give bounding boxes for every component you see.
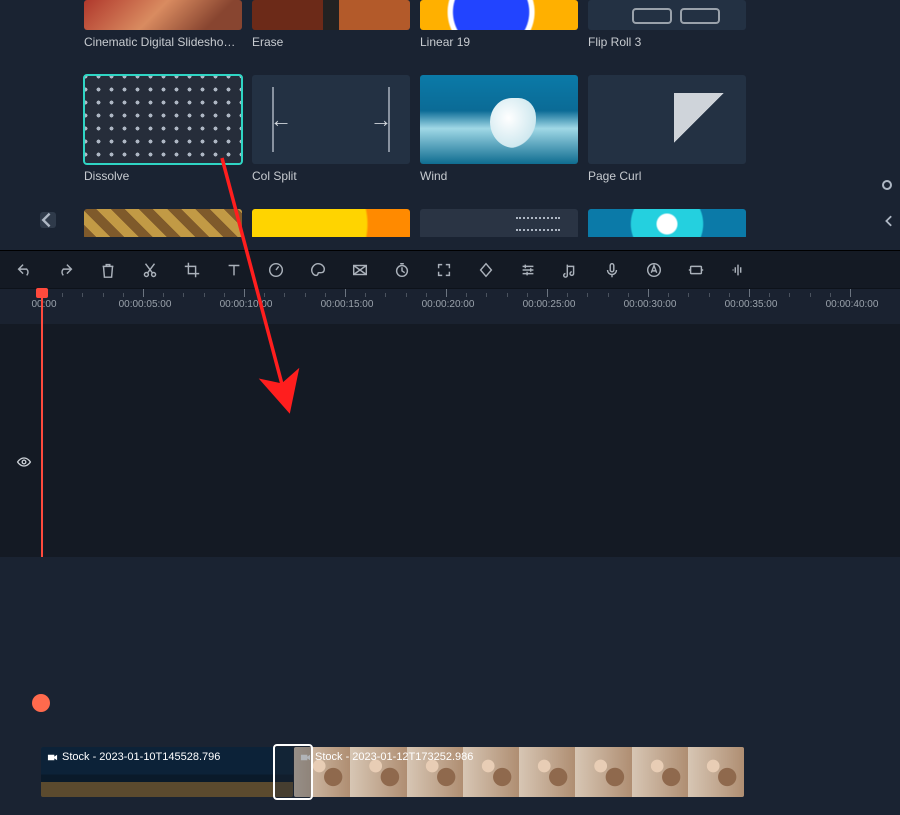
ruler-mark: 00:00:20:00 xyxy=(446,289,447,297)
ruler-mark: 00:00:35:00 xyxy=(749,289,750,297)
clip-title: Stock - 2023-01-12T173252.986 xyxy=(300,751,473,763)
video-icon xyxy=(47,752,58,763)
ruler-mark: 00:00:10:00 xyxy=(244,289,245,297)
clip-1[interactable]: Stock - 2023-01-10T145528.796 xyxy=(41,747,293,797)
audio-enhance-button[interactable] xyxy=(728,260,748,280)
transition-thumb xyxy=(588,75,746,164)
voice-button[interactable] xyxy=(602,260,622,280)
speed-button[interactable] xyxy=(266,260,286,280)
record-indicator-icon xyxy=(882,180,892,190)
ruler-mark: 00:00:05:00 xyxy=(143,289,144,297)
mask-button[interactable] xyxy=(350,260,370,280)
transition-thumb xyxy=(420,75,578,164)
transition-label: Erase xyxy=(252,35,410,49)
transition-on-cut[interactable] xyxy=(273,744,313,800)
transition-item-dissolve[interactable]: Dissolve xyxy=(84,75,242,183)
playhead[interactable] xyxy=(41,288,43,557)
transition-thumb xyxy=(420,209,578,237)
redo-button[interactable] xyxy=(56,260,76,280)
transition-label: Cinematic Digital Slideshow ... xyxy=(84,35,242,49)
video-track[interactable]: Stock - 2023-01-10T145528.796 Stock - 20… xyxy=(41,747,745,815)
stabilize-button[interactable] xyxy=(686,260,706,280)
timeline-ruler[interactable]: 00:0000:00:05:0000:00:10:0000:00:15:0000… xyxy=(0,288,900,324)
transition-label: Dissolve xyxy=(84,169,242,183)
transition-label: Flip Roll 3 xyxy=(588,35,746,49)
transition-item-wind[interactable]: Wind xyxy=(420,75,578,183)
transition-thumb: ←→ xyxy=(252,75,410,164)
transition-item-linear-19[interactable]: Linear 19 xyxy=(420,0,578,49)
track-visibility-toggle[interactable] xyxy=(16,454,32,475)
collapse-panel-button[interactable] xyxy=(40,212,56,228)
transition-thumb xyxy=(84,0,242,30)
crop-button[interactable] xyxy=(182,260,202,280)
ruler-mark: 00:00:25:00 xyxy=(547,289,548,297)
transition-thumb xyxy=(420,0,578,30)
cut-button[interactable] xyxy=(140,260,160,280)
audio-detach-button[interactable] xyxy=(560,260,580,280)
transition-thumb xyxy=(252,209,410,237)
marker[interactable] xyxy=(32,694,50,712)
transition-item-flip-roll-3[interactable]: Flip Roll 3 xyxy=(588,0,746,49)
transition-item-row3-c[interactable] xyxy=(420,209,578,237)
transition-item-row3-d[interactable] xyxy=(588,209,746,237)
expand-preview-button[interactable] xyxy=(884,214,896,230)
clip-2[interactable]: Stock - 2023-01-12T173252.986 xyxy=(294,747,744,797)
transition-label: Page Curl xyxy=(588,169,746,183)
text-button[interactable] xyxy=(224,260,244,280)
transition-item-row3-a[interactable] xyxy=(84,209,242,237)
transition-thumb xyxy=(84,209,242,237)
transition-thumb xyxy=(588,209,746,237)
transition-item-page-curl[interactable]: Page Curl xyxy=(588,75,746,183)
fit-button[interactable] xyxy=(434,260,454,280)
transition-thumb xyxy=(588,0,746,30)
transition-item-erase[interactable]: Erase xyxy=(252,0,410,49)
color-button[interactable] xyxy=(308,260,328,280)
timeline-area[interactable]: Stock - 2023-01-10T145528.796 Stock - 20… xyxy=(0,324,900,557)
ruler-mark: 00:00:15:00 xyxy=(345,289,346,297)
transition-item-row3-b[interactable] xyxy=(252,209,410,237)
timer-button[interactable] xyxy=(392,260,412,280)
transition-item-col-split[interactable]: ←→ Col Split xyxy=(252,75,410,183)
transition-label: Col Split xyxy=(252,169,410,183)
delete-button[interactable] xyxy=(98,260,118,280)
transition-item-cinematic-digital-slideshow[interactable]: Cinematic Digital Slideshow ... xyxy=(84,0,242,49)
ruler-mark: 00:00:40:00 xyxy=(850,289,851,297)
timeline-toolbar xyxy=(0,250,900,288)
transition-thumb xyxy=(252,0,410,30)
adjust-button[interactable] xyxy=(518,260,538,280)
transition-thumb xyxy=(84,75,242,164)
clip-title: Stock - 2023-01-10T145528.796 xyxy=(47,751,220,763)
transitions-gallery: Cinematic Digital Slideshow ... Erase Li… xyxy=(0,0,865,237)
ai-button[interactable] xyxy=(644,260,664,280)
ruler-mark: 00:00:30:00 xyxy=(648,289,649,297)
transition-label: Wind xyxy=(420,169,578,183)
transition-label: Linear 19 xyxy=(420,35,578,49)
undo-button[interactable] xyxy=(14,260,34,280)
keyframe-button[interactable] xyxy=(476,260,496,280)
